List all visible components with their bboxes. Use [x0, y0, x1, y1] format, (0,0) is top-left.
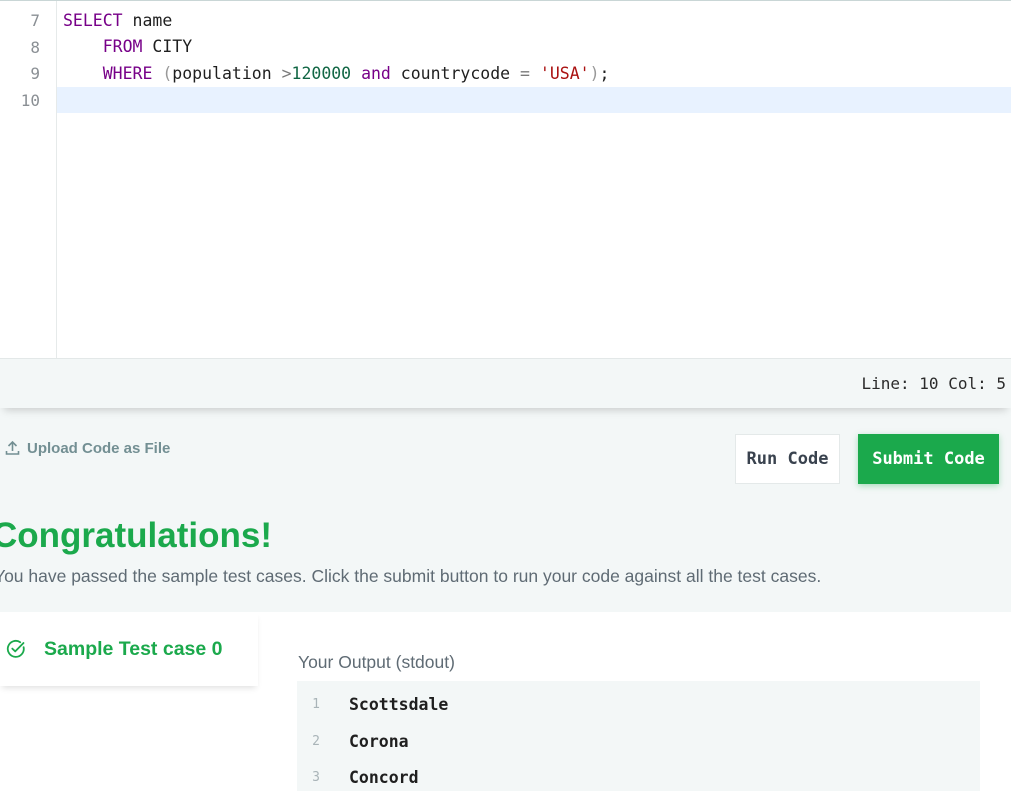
- line-number: 8: [30, 38, 40, 57]
- code-token: >: [281, 64, 292, 83]
- output-line-number: 3: [312, 770, 320, 785]
- output-value: Concord: [349, 768, 419, 787]
- output-row: 3 Concord: [297, 754, 980, 790]
- test-results-panel: Sample Test case 0 Your Output (stdout) …: [0, 612, 1011, 791]
- code-token: ): [589, 64, 600, 83]
- output-title: Your Output (stdout): [298, 652, 455, 672]
- code-line[interactable]: WHERE (population >120000 and countrycod…: [63, 61, 610, 87]
- test-case-label: Sample Test case 0: [44, 638, 223, 660]
- code-token: (: [162, 64, 173, 83]
- code-token: population: [172, 64, 272, 83]
- code-token: WHERE: [102, 64, 153, 83]
- code-token: SELECT: [63, 11, 123, 30]
- upload-code-link[interactable]: Upload Code as File: [5, 438, 170, 458]
- line-number: 9: [30, 64, 40, 83]
- run-code-button[interactable]: Run Code: [735, 434, 840, 484]
- output-row: 1 Scottsdale: [297, 681, 980, 717]
- code-token: countrycode: [390, 64, 521, 83]
- active-line-highlight: [57, 87, 1011, 113]
- line-number-gutter: 7 8 9 10: [0, 1, 57, 359]
- run-code-label: Run Code: [746, 449, 829, 469]
- output-value: Corona: [349, 732, 409, 751]
- output-box: 1 Scottsdale 2 Corona 3 Concord: [297, 681, 980, 791]
- code-line[interactable]: FROM CITY: [63, 34, 192, 60]
- result-title: Congratulations!: [0, 516, 272, 555]
- output-row: 2 Corona: [297, 718, 980, 754]
- code-editor[interactable]: 7 8 9 10 SELECT name FROM CITY WHERE (po…: [0, 0, 1011, 359]
- cursor-position: Line: 10 Col: 5: [861, 374, 1007, 393]
- code-token: =: [520, 64, 530, 83]
- output-line-number: 2: [312, 734, 320, 749]
- output-line-number: 1: [312, 697, 320, 712]
- editor-status-bar: Line: 10 Col: 5: [0, 358, 1011, 408]
- code-line[interactable]: SELECT name: [63, 8, 172, 34]
- code-token: ;: [599, 64, 610, 83]
- submit-code-label: Submit Code: [872, 449, 985, 469]
- check-circle-icon: [6, 639, 25, 658]
- submit-code-button[interactable]: Submit Code: [858, 434, 999, 484]
- upload-code-label: Upload Code as File: [27, 439, 171, 457]
- line-number: 7: [30, 11, 40, 30]
- code-token: 120000: [291, 64, 352, 83]
- output-value: Scottsdale: [349, 695, 449, 714]
- line-number: 10: [20, 91, 40, 110]
- code-token: and: [361, 64, 391, 83]
- upload-icon: [5, 440, 20, 455]
- code-token: name: [122, 11, 173, 30]
- tab-sample-test-case-0[interactable]: Sample Test case 0: [0, 612, 258, 686]
- code-token: CITY: [142, 37, 193, 56]
- result-message: You have passed the sample test cases. C…: [0, 566, 822, 586]
- code-token: FROM: [102, 37, 143, 56]
- code-token: 'USA': [539, 64, 590, 83]
